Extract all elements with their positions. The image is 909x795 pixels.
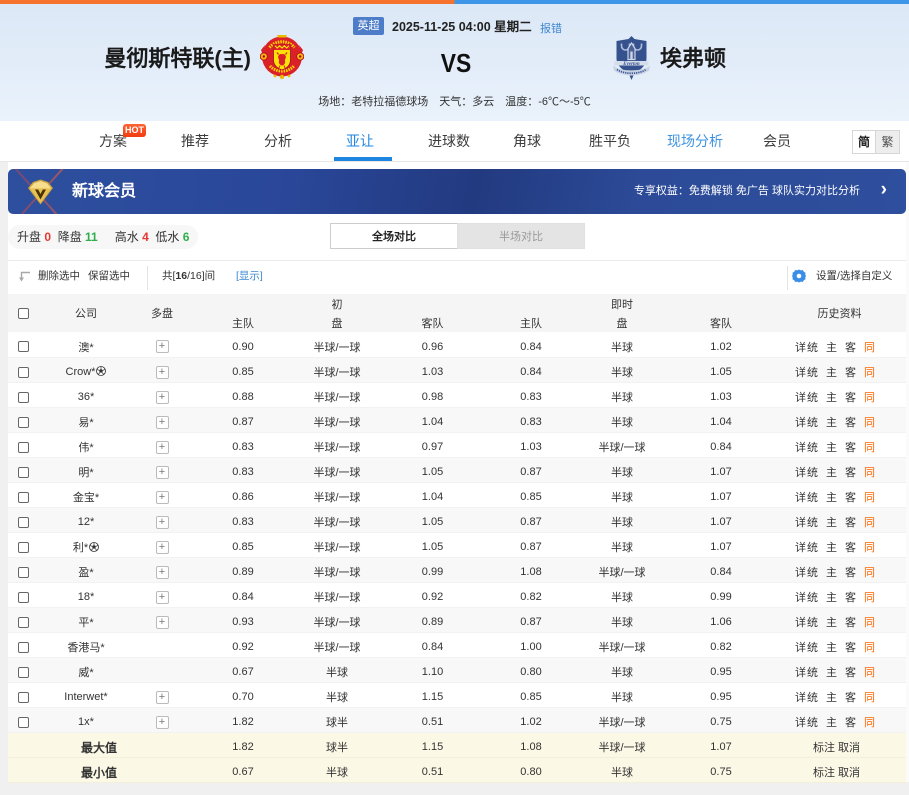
svg-text:Everton: Everton	[622, 62, 640, 67]
